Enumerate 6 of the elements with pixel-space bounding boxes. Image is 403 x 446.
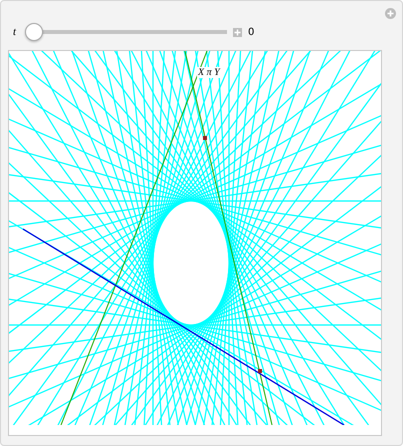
slider-thumb[interactable] [25,23,43,41]
slider-value: 0 [248,26,254,38]
slider-label: t [13,26,18,38]
plot-label: X π Y [197,67,221,78]
plus-icon[interactable] [233,28,242,36]
add-icon[interactable] [385,8,396,19]
